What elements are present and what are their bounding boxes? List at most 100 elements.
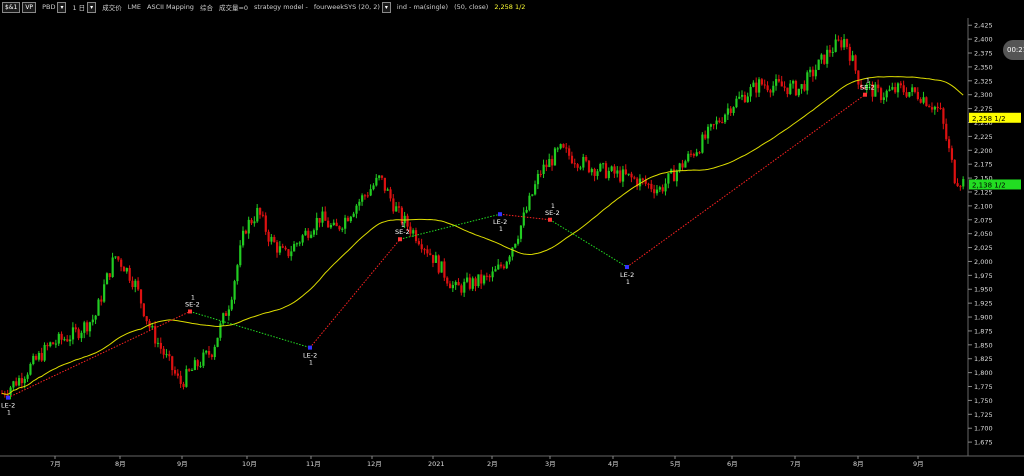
- candle-body: [139, 289, 143, 304]
- candle-body: [809, 69, 812, 73]
- trade-qty: 1: [7, 410, 11, 417]
- candle-body: [250, 219, 253, 224]
- price-chart[interactable]: 1,675 1,700 1,725 1,750 1,775 1,800 1,825 1,850…: [0, 0, 1024, 476]
- candle-body: [834, 39, 837, 52]
- candle-body: [551, 159, 554, 166]
- candle-body: [173, 370, 177, 374]
- candle-body: [417, 241, 420, 245]
- candle-body: [582, 156, 585, 168]
- candle-body: [511, 247, 514, 257]
- candle-body: [701, 134, 704, 153]
- candle-body: [820, 54, 823, 60]
- candle-body: [607, 170, 610, 179]
- candle-body: [236, 265, 239, 282]
- candle-body: [315, 217, 318, 231]
- candle-body: [468, 277, 472, 289]
- y-tick-label: 1,900: [974, 314, 993, 322]
- candle-body: [66, 339, 69, 342]
- candle-body: [576, 164, 579, 168]
- y-tick-label: 2,075: [974, 216, 993, 224]
- y-tick-label: 1,850: [974, 341, 993, 349]
- candle-body: [928, 106, 931, 108]
- candle-body: [386, 189, 389, 191]
- candle-body: [627, 173, 630, 175]
- candle-body: [88, 322, 92, 332]
- candle-body: [596, 171, 599, 176]
- candle-body: [63, 339, 66, 341]
- candle-body: [256, 207, 259, 222]
- candle-body: [128, 268, 131, 281]
- candle-body: [91, 319, 94, 323]
- candle-body: [630, 173, 633, 178]
- candle-body: [122, 266, 126, 272]
- candle-body: [831, 51, 834, 53]
- candle-body: [706, 126, 710, 139]
- candle-body: [233, 281, 236, 300]
- trade-marker: [308, 345, 312, 350]
- candle-body: [721, 121, 724, 123]
- candle-body: [23, 378, 26, 384]
- trade-marker: [863, 92, 867, 97]
- candle-body: [786, 87, 789, 95]
- candle-body: [647, 183, 650, 185]
- candle-body: [480, 274, 483, 284]
- candle-body: [962, 179, 965, 187]
- candle-body: [327, 220, 330, 228]
- candle-body: [182, 383, 185, 387]
- candle-body: [273, 236, 276, 243]
- candle-body: [60, 333, 63, 340]
- candle-body: [264, 215, 267, 232]
- candle-body: [692, 154, 696, 156]
- candle-body: [930, 107, 934, 110]
- candle-body: [324, 211, 327, 221]
- candle-body: [650, 183, 653, 190]
- trade-connector-line: [499, 213, 551, 221]
- candle-body: [162, 348, 165, 355]
- candle-body: [114, 256, 117, 258]
- candle-body: [137, 280, 140, 290]
- candle-body: [534, 184, 537, 195]
- candle-body: [783, 86, 786, 88]
- candle-body: [956, 183, 959, 187]
- candle-body: [57, 333, 60, 344]
- candle-body: [942, 108, 945, 124]
- candle-body: [945, 123, 948, 140]
- candle-body: [922, 97, 925, 103]
- y-tick-label: 1,675: [974, 439, 993, 447]
- candle-body: [519, 225, 523, 239]
- candle-body: [539, 173, 542, 175]
- candle-body: [431, 254, 435, 263]
- candle-body: [151, 326, 154, 328]
- candle-body: [502, 266, 506, 269]
- candle-body: [205, 350, 208, 353]
- candle-body: [624, 169, 627, 175]
- candle-body: [429, 253, 432, 255]
- candle-body: [83, 322, 86, 333]
- candle-body: [621, 169, 625, 182]
- y-tick-label: 2,425: [974, 22, 993, 30]
- candle-body: [259, 207, 262, 215]
- candle-body: [446, 277, 449, 284]
- candle-body: [908, 92, 911, 97]
- candle-body: [108, 273, 111, 278]
- candle-body: [485, 275, 489, 277]
- trade-marker: [188, 309, 192, 314]
- candle-body: [919, 99, 922, 103]
- candle-body: [199, 365, 202, 367]
- candle-body: [168, 354, 171, 357]
- trade-connector-line: [309, 238, 401, 348]
- candle-body: [664, 183, 667, 192]
- trade-label: SE-2: [860, 84, 875, 92]
- candle-body: [52, 342, 55, 345]
- y-tick-label: 2,200: [974, 147, 993, 155]
- trade-label: LE-2: [620, 271, 634, 279]
- candle-body: [573, 163, 576, 165]
- ma-price-tag: 2,258 1/2: [972, 115, 1006, 123]
- candle-body: [134, 280, 137, 288]
- candle-body: [18, 378, 21, 386]
- candle-body: [483, 275, 486, 284]
- candle-body: [471, 278, 474, 289]
- y-tick-label: 2,375: [974, 50, 993, 58]
- y-tick-label: 2,225: [974, 133, 993, 141]
- candle-body: [74, 327, 77, 330]
